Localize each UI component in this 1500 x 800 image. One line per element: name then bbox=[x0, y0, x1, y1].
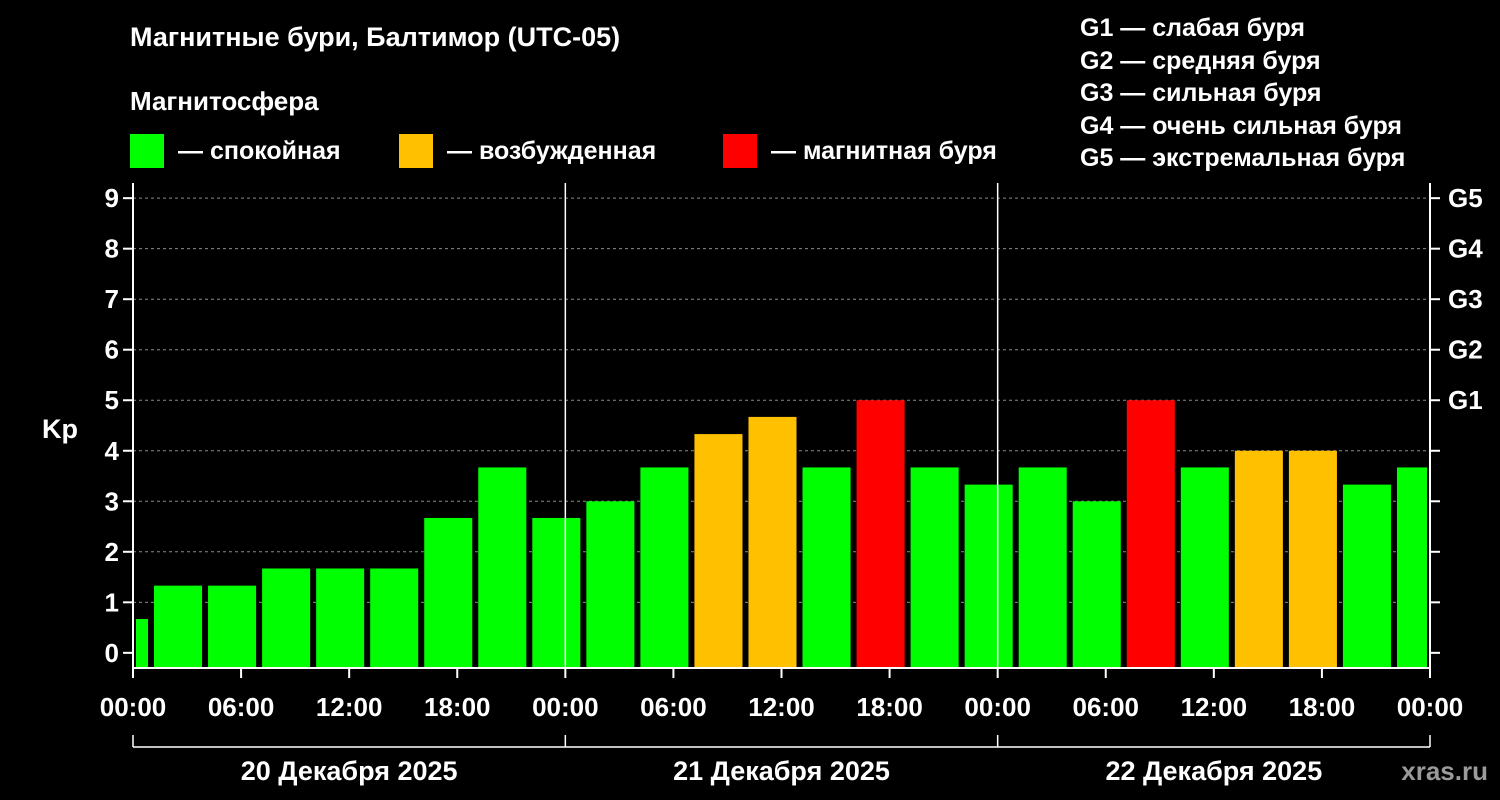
y-tick-label: 7 bbox=[105, 284, 119, 314]
kp-bar-24 bbox=[1396, 467, 1427, 668]
x-tick-label: 00:00 bbox=[532, 692, 599, 722]
kp-bar-12 bbox=[748, 416, 797, 668]
kp-bar-7 bbox=[478, 467, 527, 668]
y-tick-label: 3 bbox=[105, 486, 119, 516]
kp-bar-6 bbox=[424, 517, 473, 668]
kp-bar-16 bbox=[964, 484, 1013, 668]
kp-bar-9 bbox=[586, 501, 635, 668]
kp-bar-5 bbox=[370, 568, 419, 668]
kp-bar-23 bbox=[1342, 484, 1391, 668]
kp-bar-17 bbox=[1018, 467, 1067, 668]
kp-bar-20 bbox=[1180, 467, 1229, 668]
kp-bar-18 bbox=[1072, 501, 1121, 668]
kp-bar-2 bbox=[208, 585, 257, 668]
kp-bar-22 bbox=[1288, 450, 1337, 668]
y-tick-label: 8 bbox=[105, 234, 119, 264]
x-tick-label: 00:00 bbox=[100, 692, 167, 722]
x-tick-label: 12:00 bbox=[1181, 692, 1248, 722]
kp-bar-10 bbox=[640, 467, 689, 668]
kp-bar-8 bbox=[532, 517, 581, 668]
g-level-label: G4 bbox=[1448, 234, 1483, 264]
day-label: 22 Декабря 2025 bbox=[1105, 756, 1322, 786]
kp-bar-3 bbox=[262, 568, 311, 668]
kp-bar-4 bbox=[316, 568, 365, 668]
site-watermark: xras.ru bbox=[1401, 756, 1488, 786]
y-tick-label: 6 bbox=[105, 335, 119, 365]
kp-bar-14 bbox=[856, 400, 905, 668]
x-tick-label: 00:00 bbox=[1397, 692, 1464, 722]
x-tick-label: 12:00 bbox=[748, 692, 815, 722]
x-tick-label: 18:00 bbox=[1289, 692, 1356, 722]
x-tick-label: 06:00 bbox=[208, 692, 275, 722]
kp-bar-21 bbox=[1234, 450, 1283, 668]
day-label: 20 Декабря 2025 bbox=[241, 756, 458, 786]
kp-bar-11 bbox=[694, 434, 743, 668]
x-tick-label: 18:00 bbox=[424, 692, 491, 722]
day-label: 21 Декабря 2025 bbox=[673, 756, 890, 786]
x-tick-label: 06:00 bbox=[640, 692, 707, 722]
g-level-label: G5 bbox=[1448, 183, 1483, 213]
g-level-label: G3 bbox=[1448, 284, 1483, 314]
kp-bar-0 bbox=[136, 618, 149, 668]
y-axis-label: Kp bbox=[42, 414, 78, 444]
x-tick-label: 06:00 bbox=[1073, 692, 1140, 722]
kp-bar-15 bbox=[910, 467, 959, 668]
kp-bar-13 bbox=[802, 467, 851, 668]
kp-bar-1 bbox=[154, 585, 203, 668]
x-tick-label: 12:00 bbox=[316, 692, 383, 722]
y-tick-label: 4 bbox=[105, 436, 120, 466]
x-tick-label: 00:00 bbox=[964, 692, 1031, 722]
kp-bar-19 bbox=[1126, 400, 1175, 668]
g-level-label: G1 bbox=[1448, 385, 1483, 415]
x-tick-label: 18:00 bbox=[856, 692, 923, 722]
y-tick-label: 1 bbox=[105, 587, 119, 617]
y-tick-label: 0 bbox=[105, 638, 119, 668]
y-tick-label: 2 bbox=[105, 537, 119, 567]
g-level-label: G2 bbox=[1448, 335, 1483, 365]
y-tick-label: 5 bbox=[105, 385, 119, 415]
kp-bar-chart: 0 1 2 3 4 5 6 7 8 9 G1 G2 G3 G4 G5 Kp 00:00 06:00 12:00 18:… bbox=[42, 183, 1483, 786]
y-tick-label: 9 bbox=[105, 183, 119, 213]
